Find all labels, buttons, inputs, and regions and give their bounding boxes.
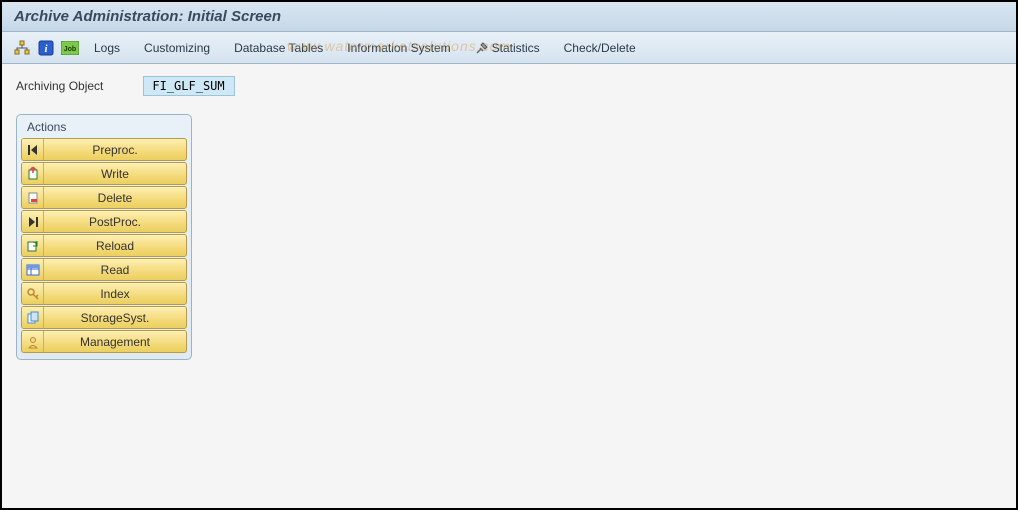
toolbar: i Job Logs Customizing Database Tables I… — [2, 32, 1016, 64]
index-label: Index — [44, 287, 186, 301]
delete-button[interactable]: Delete — [21, 186, 187, 209]
toolbar-check-delete-label: Check/Delete — [564, 41, 636, 55]
toolbar-statistics[interactable]: Statistics — [465, 39, 550, 57]
export-icon — [22, 163, 44, 184]
job-icon[interactable]: Job — [60, 38, 80, 58]
read-button[interactable]: Read — [21, 258, 187, 281]
delete-label: Delete — [44, 191, 186, 205]
last-icon — [22, 211, 44, 232]
management-button[interactable]: Management — [21, 330, 187, 353]
content-area: Archiving Object FI_GLF_SUM Actions Prep… — [2, 64, 1016, 508]
storage-icon — [22, 307, 44, 328]
delete-file-icon — [22, 187, 44, 208]
preproc-label: Preproc. — [44, 143, 186, 157]
storage-button[interactable]: StorageSyst. — [21, 306, 187, 329]
tools-icon — [475, 41, 489, 55]
hierarchy-icon[interactable] — [12, 38, 32, 58]
read-label: Read — [44, 263, 186, 277]
toolbar-logs-label: Logs — [94, 41, 120, 55]
reload-icon — [22, 235, 44, 256]
toolbar-database-tables-label: Database Tables — [234, 41, 323, 55]
title-bar: Archive Administration: Initial Screen — [2, 2, 1016, 32]
management-label: Management — [44, 335, 186, 349]
toolbar-check-delete[interactable]: Check/Delete — [554, 39, 646, 57]
first-icon — [22, 139, 44, 160]
info-icon[interactable]: i — [36, 38, 56, 58]
reload-label: Reload — [44, 239, 186, 253]
postproc-label: PostProc. — [44, 215, 186, 229]
page-title: Archive Administration: Initial Screen — [14, 8, 281, 25]
index-button[interactable]: Index — [21, 282, 187, 305]
archiving-object-label: Archiving Object — [16, 79, 103, 93]
read-table-icon — [22, 259, 44, 280]
archiving-object-value[interactable]: FI_GLF_SUM — [143, 76, 235, 96]
toolbar-logs[interactable]: Logs — [84, 39, 130, 57]
actions-panel: Actions Preproc. Write Delete PostProc. — [16, 114, 192, 360]
storage-label: StorageSyst. — [44, 311, 186, 325]
toolbar-database-tables[interactable]: Database Tables — [224, 39, 333, 57]
toolbar-customizing[interactable]: Customizing — [134, 39, 220, 57]
actions-panel-title: Actions — [21, 118, 187, 138]
postproc-button[interactable]: PostProc. — [21, 210, 187, 233]
svg-text:Job: Job — [64, 46, 76, 53]
reload-button[interactable]: Reload — [21, 234, 187, 257]
toolbar-information-system-label: Information System — [347, 41, 450, 55]
archiving-object-row: Archiving Object FI_GLF_SUM — [16, 76, 1002, 96]
index-key-icon — [22, 283, 44, 304]
write-label: Write — [44, 167, 186, 181]
toolbar-customizing-label: Customizing — [144, 41, 210, 55]
write-button[interactable]: Write — [21, 162, 187, 185]
toolbar-information-system[interactable]: Information System — [337, 39, 460, 57]
toolbar-statistics-label: Statistics — [492, 41, 540, 55]
management-icon — [22, 331, 44, 352]
preproc-button[interactable]: Preproc. — [21, 138, 187, 161]
